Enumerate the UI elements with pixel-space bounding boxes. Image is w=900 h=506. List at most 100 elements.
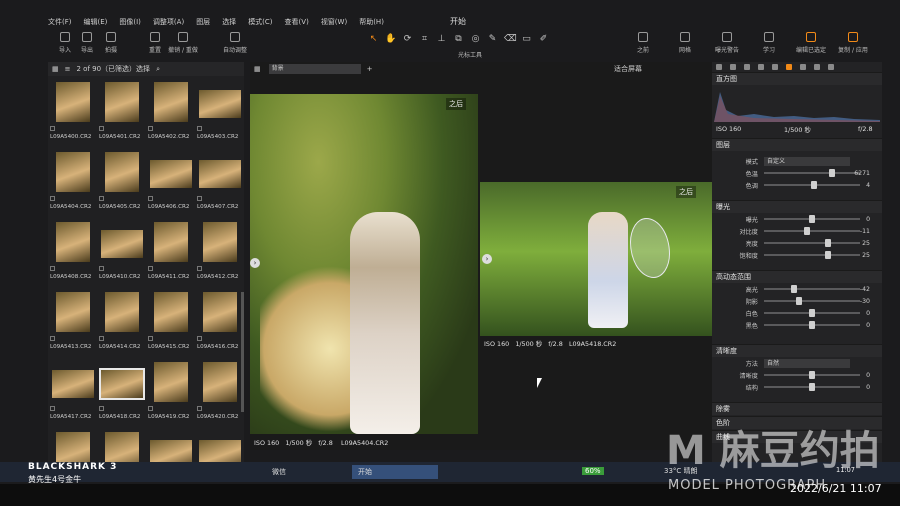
slider-value[interactable]: 0: [866, 310, 870, 317]
tab-color-icon[interactable]: [772, 64, 778, 70]
menu-item[interactable]: 编辑(E): [84, 17, 108, 27]
keystone-icon[interactable]: ⧉: [453, 34, 464, 45]
tab-lens-icon[interactable]: [744, 64, 750, 70]
thumbnail-checkbox[interactable]: [148, 336, 153, 341]
menu-item[interactable]: 模式(C): [248, 17, 272, 27]
slider-track[interactable]: [764, 215, 860, 223]
slider-track[interactable]: [764, 309, 860, 317]
tab-metadata-icon[interactable]: [814, 64, 820, 70]
section-exposure[interactable]: 曝光: [712, 200, 882, 213]
section-hdr[interactable]: 高动态范围: [712, 270, 882, 283]
slider-value[interactable]: 6271: [854, 170, 870, 177]
menu-item[interactable]: 文件(F): [48, 17, 72, 27]
thumbnail-checkbox[interactable]: [99, 406, 104, 411]
thumbnail[interactable]: L09A5415.CR2: [148, 288, 196, 358]
slider-track[interactable]: [764, 251, 860, 259]
toolbar-button[interactable]: 拍摄: [94, 32, 128, 54]
menu-item[interactable]: 图像(I): [119, 17, 141, 27]
slider-track[interactable]: [764, 181, 860, 189]
tab-composition-icon[interactable]: [758, 64, 764, 70]
section-histogram[interactable]: 直方图: [712, 72, 882, 85]
slider-knob[interactable]: [809, 321, 815, 329]
slider-track[interactable]: [764, 227, 860, 235]
thumbnail[interactable]: L09A5410.CR2: [99, 218, 147, 288]
toolbar-button[interactable]: 网格: [668, 32, 702, 54]
slider-value[interactable]: 25: [862, 240, 870, 247]
eraser-icon[interactable]: ⌫: [504, 34, 517, 45]
chevron-right-icon[interactable]: ›: [482, 254, 492, 264]
thumbnail[interactable]: L09A5401.CR2: [99, 78, 147, 148]
thumbnail-checkbox[interactable]: [99, 126, 104, 131]
toolbar-button[interactable]: 学习: [752, 32, 786, 54]
thumbnail[interactable]: L09A5414.CR2: [99, 288, 147, 358]
thumbnail-checkbox[interactable]: [99, 196, 104, 201]
toolbar-button[interactable]: 复制 / 应用: [836, 32, 870, 54]
slider-value[interactable]: 0: [866, 322, 870, 329]
slider-track[interactable]: [764, 383, 860, 391]
slider-value[interactable]: 0: [866, 372, 870, 379]
slider-knob[interactable]: [825, 239, 832, 247]
thumbnail[interactable]: L09A5404.CR2: [50, 148, 98, 218]
slider-value[interactable]: 4: [866, 182, 870, 189]
chevron-right-icon[interactable]: ›: [250, 258, 260, 268]
toolbar-button[interactable]: 自动调整: [218, 32, 252, 54]
hand-icon[interactable]: ✋: [385, 34, 396, 45]
menu-item[interactable]: 帮助(H): [359, 17, 384, 27]
section-dehaze[interactable]: 除雾: [712, 402, 882, 415]
slider-knob[interactable]: [810, 181, 817, 189]
taskbar-wechat[interactable]: 微信: [266, 465, 292, 479]
view-grid-icon[interactable]: ▦: [52, 65, 59, 73]
thumbnail-checkbox[interactable]: [50, 196, 55, 201]
thumbnail[interactable]: L09A5407.CR2: [197, 148, 245, 218]
slider-knob[interactable]: [803, 227, 810, 235]
picker-icon[interactable]: ✐: [538, 34, 549, 45]
slider-value[interactable]: -30: [860, 298, 870, 305]
dropdown-select[interactable]: 自然: [764, 358, 850, 368]
thumbnail[interactable]: L09A5420.CR2: [197, 358, 245, 428]
thumbnail-checkbox[interactable]: [50, 406, 55, 411]
thumbnail[interactable]: L09A5416.CR2: [197, 288, 245, 358]
menu-item[interactable]: 图层: [196, 17, 210, 27]
slider-track[interactable]: [764, 371, 860, 379]
slider-track[interactable]: [764, 169, 860, 177]
background-select[interactable]: 背景: [268, 64, 361, 74]
rotate-icon[interactable]: ⟳: [402, 34, 413, 45]
toolbar-button[interactable]: 撤销 / 重做: [166, 32, 200, 54]
slider-knob[interactable]: [796, 297, 803, 305]
thumbnail-checkbox[interactable]: [99, 336, 104, 341]
thumbnail[interactable]: L09A5412.CR2: [197, 218, 245, 288]
thumbnail-checkbox[interactable]: [197, 126, 202, 131]
straighten-icon[interactable]: ⊥: [436, 34, 447, 45]
slider-knob[interactable]: [809, 383, 815, 391]
menu-item[interactable]: 查看(V): [285, 17, 309, 27]
slider-value[interactable]: 0: [866, 216, 870, 223]
tab-exposure-icon[interactable]: [786, 64, 792, 70]
thumbnail[interactable]: L09A5406.CR2: [148, 148, 196, 218]
viewer-grid-icon[interactable]: ▦: [254, 65, 261, 73]
slider-knob[interactable]: [809, 215, 815, 223]
filter-icon[interactable]: ⌕: [156, 65, 160, 74]
section-layers[interactable]: 图层: [712, 138, 882, 151]
slider-knob[interactable]: [809, 371, 815, 379]
thumbnail[interactable]: L09A5402.CR2: [148, 78, 196, 148]
thumbnail[interactable]: L09A5417.CR2: [50, 358, 98, 428]
thumbnail-checkbox[interactable]: [197, 336, 202, 341]
thumbnail[interactable]: L09A5411.CR2: [148, 218, 196, 288]
slider-value[interactable]: 0: [866, 384, 870, 391]
slider-value[interactable]: 25: [862, 252, 870, 259]
thumbnail-checkbox[interactable]: [50, 126, 55, 131]
thumbnail-checkbox[interactable]: [148, 196, 153, 201]
main-photo[interactable]: 之后: [250, 94, 478, 434]
spot-icon[interactable]: ◎: [470, 34, 481, 45]
toolbar-button[interactable]: 之前: [626, 32, 660, 54]
thumbnail[interactable]: L09A5405.CR2: [99, 148, 147, 218]
second-photo[interactable]: 之后: [480, 182, 712, 336]
fit-screen-label[interactable]: 适合屏幕: [614, 64, 642, 74]
thumbnail-checkbox[interactable]: [148, 126, 153, 131]
thumbnail-checkbox[interactable]: [148, 406, 153, 411]
gradient-icon[interactable]: ▭: [521, 34, 532, 45]
slider-knob[interactable]: [825, 251, 832, 259]
slider-track[interactable]: [764, 321, 860, 329]
tab-details-icon[interactable]: [800, 64, 806, 70]
slider-track[interactable]: [764, 239, 860, 247]
